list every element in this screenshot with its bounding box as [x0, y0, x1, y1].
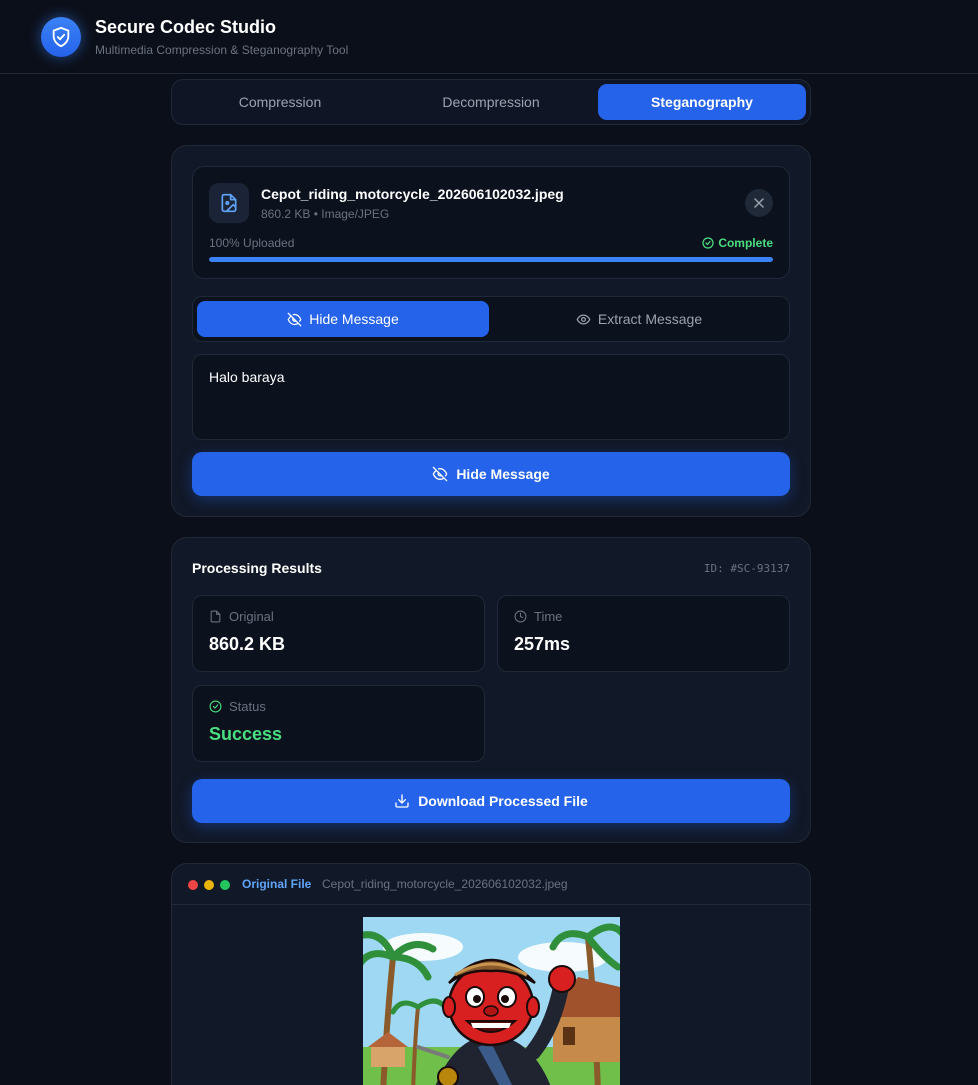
status-value: Success [209, 724, 283, 744]
processing-results-card: Processing Results ID: #SC-93137 Origina… [171, 537, 811, 843]
cartoon-preview-image [363, 917, 620, 1085]
steganography-card: Cepot_riding_motorcycle_202606102032.jpe… [171, 145, 811, 517]
check-circle-icon [209, 700, 222, 713]
app-header: Secure Codec Studio Multimedia Compressi… [0, 0, 978, 74]
hide-message-button-label: Hide Message [456, 466, 550, 482]
red-dot-icon [188, 880, 198, 890]
upload-status-text: Complete [718, 236, 773, 250]
preview-filename: Cepot_riding_motorcycle_202606102032.jpe… [322, 877, 568, 891]
upload-progress-fill [209, 257, 773, 262]
clock-icon [514, 610, 527, 623]
yellow-dot-icon [204, 880, 214, 890]
green-dot-icon [220, 880, 230, 890]
status-label-row: Status [209, 699, 266, 714]
time-label: Time [534, 609, 563, 624]
extract-mode-label: Extract Message [597, 311, 703, 327]
extract-mode-button[interactable]: Extract Message [493, 301, 785, 337]
main-tabs: Compression Decompression Steganography [171, 79, 811, 125]
time-label-row: Time [514, 609, 562, 624]
download-icon [395, 794, 409, 808]
download-button-label: Download Processed File [418, 793, 588, 809]
image-file-icon [209, 183, 249, 223]
eye-icon [576, 314, 591, 324]
eye-off-icon [287, 312, 302, 326]
upload-progress-bar [209, 257, 773, 262]
time-stat: Time 257ms [497, 595, 790, 672]
file-name: Cepot_riding_motorcycle_202606102032.jpe… [261, 186, 564, 202]
file-icon [210, 610, 221, 623]
tab-steganography[interactable]: Steganography [598, 84, 806, 120]
preview-label: Original File [242, 877, 312, 891]
preview-header: Original File Cepot_riding_motorcycle_20… [172, 864, 810, 905]
uploaded-file-panel: Cepot_riding_motorcycle_202606102032.jpe… [192, 166, 790, 279]
upload-progress-label: 100% Uploaded [209, 236, 295, 250]
check-circle-icon [702, 237, 714, 249]
hide-mode-button[interactable]: Hide Message [197, 301, 489, 337]
tab-compression[interactable]: Compression [176, 84, 384, 120]
close-icon [754, 198, 764, 208]
download-processed-file-button[interactable]: Download Processed File [192, 779, 790, 823]
original-size-stat: Original 860.2 KB [192, 595, 485, 672]
tab-decompression[interactable]: Decompression [387, 84, 595, 120]
original-size-value: 860.2 KB [209, 634, 286, 654]
secret-message-input[interactable]: Halo baraya [192, 354, 790, 440]
original-size-label: Original [229, 609, 274, 624]
shield-check-icon [41, 17, 81, 57]
file-meta: 860.2 KB • Image/JPEG [261, 207, 390, 221]
results-id: ID: #SC-93137 [703, 562, 790, 575]
app-subtitle: Multimedia Compression & Steganography T… [95, 43, 349, 57]
original-file-preview: Original File Cepot_riding_motorcycle_20… [171, 863, 811, 1085]
eye-off-icon [432, 466, 448, 482]
results-title: Processing Results [192, 560, 322, 576]
status-stat: Status Success [192, 685, 485, 762]
original-size-label-row: Original [209, 609, 274, 624]
mode-toggle: Hide Message Extract Message [192, 296, 790, 342]
status-label: Status [229, 699, 266, 714]
hide-message-button[interactable]: Hide Message [192, 452, 790, 496]
upload-status: Complete [702, 236, 773, 250]
time-value: 257ms [514, 634, 571, 654]
hide-mode-label: Hide Message [309, 311, 399, 327]
app-title: Secure Codec Studio [95, 17, 277, 37]
remove-file-button[interactable] [745, 189, 773, 217]
